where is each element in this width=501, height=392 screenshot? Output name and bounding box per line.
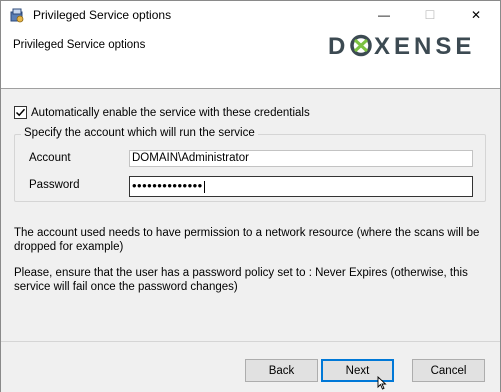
checkmark-icon [15, 108, 26, 117]
back-button-label: Back [268, 364, 295, 377]
mouse-cursor-icon [377, 376, 387, 390]
title-bar: Privileged Service options — ☐ ✕ [1, 1, 500, 29]
password-label: Password [29, 179, 80, 191]
account-label: Account [29, 152, 71, 164]
text-caret [203, 180, 205, 193]
back-button[interactable]: Back [245, 359, 318, 382]
permission-note: The account used needs to have permissio… [14, 227, 480, 253]
installer-window: Privileged Service options — ☐ ✕ Privile… [0, 0, 501, 392]
installer-icon [9, 7, 25, 23]
cancel-button[interactable]: Cancel [412, 359, 485, 382]
svg-text:D: D [328, 33, 350, 57]
window-title: Privileged Service options [33, 8, 172, 22]
auto-enable-label: Automatically enable the service with th… [31, 106, 310, 119]
maximize-button[interactable]: ☐ [407, 1, 453, 29]
auto-enable-checkbox[interactable] [14, 106, 27, 119]
account-value: DOMAIN\Administrator [132, 152, 249, 164]
page-title: Privileged Service options [13, 39, 146, 51]
minimize-button[interactable]: — [361, 1, 407, 29]
auto-enable-row[interactable]: Automatically enable the service with th… [14, 106, 310, 119]
wizard-footer: Back Next Cancel [1, 341, 500, 392]
close-button[interactable]: ✕ [453, 1, 499, 29]
account-groupbox: Specify the account which will run the s… [14, 127, 486, 202]
account-input[interactable]: DOMAIN\Administrator [129, 150, 473, 167]
cancel-button-label: Cancel [430, 364, 467, 377]
password-value: •••••••••••••• [132, 178, 203, 193]
groupbox-title: Specify the account which will run the s… [21, 127, 258, 139]
doxense-logo: D XENSE [328, 33, 475, 57]
password-input[interactable]: •••••••••••••• [129, 176, 473, 197]
svg-text:XENSE: XENSE [374, 33, 475, 57]
next-button-label: Next [345, 364, 370, 377]
wizard-header: Privileged Service options D XENSE [1, 29, 500, 89]
password-policy-note: Please, ensure that the user has a passw… [14, 267, 468, 293]
